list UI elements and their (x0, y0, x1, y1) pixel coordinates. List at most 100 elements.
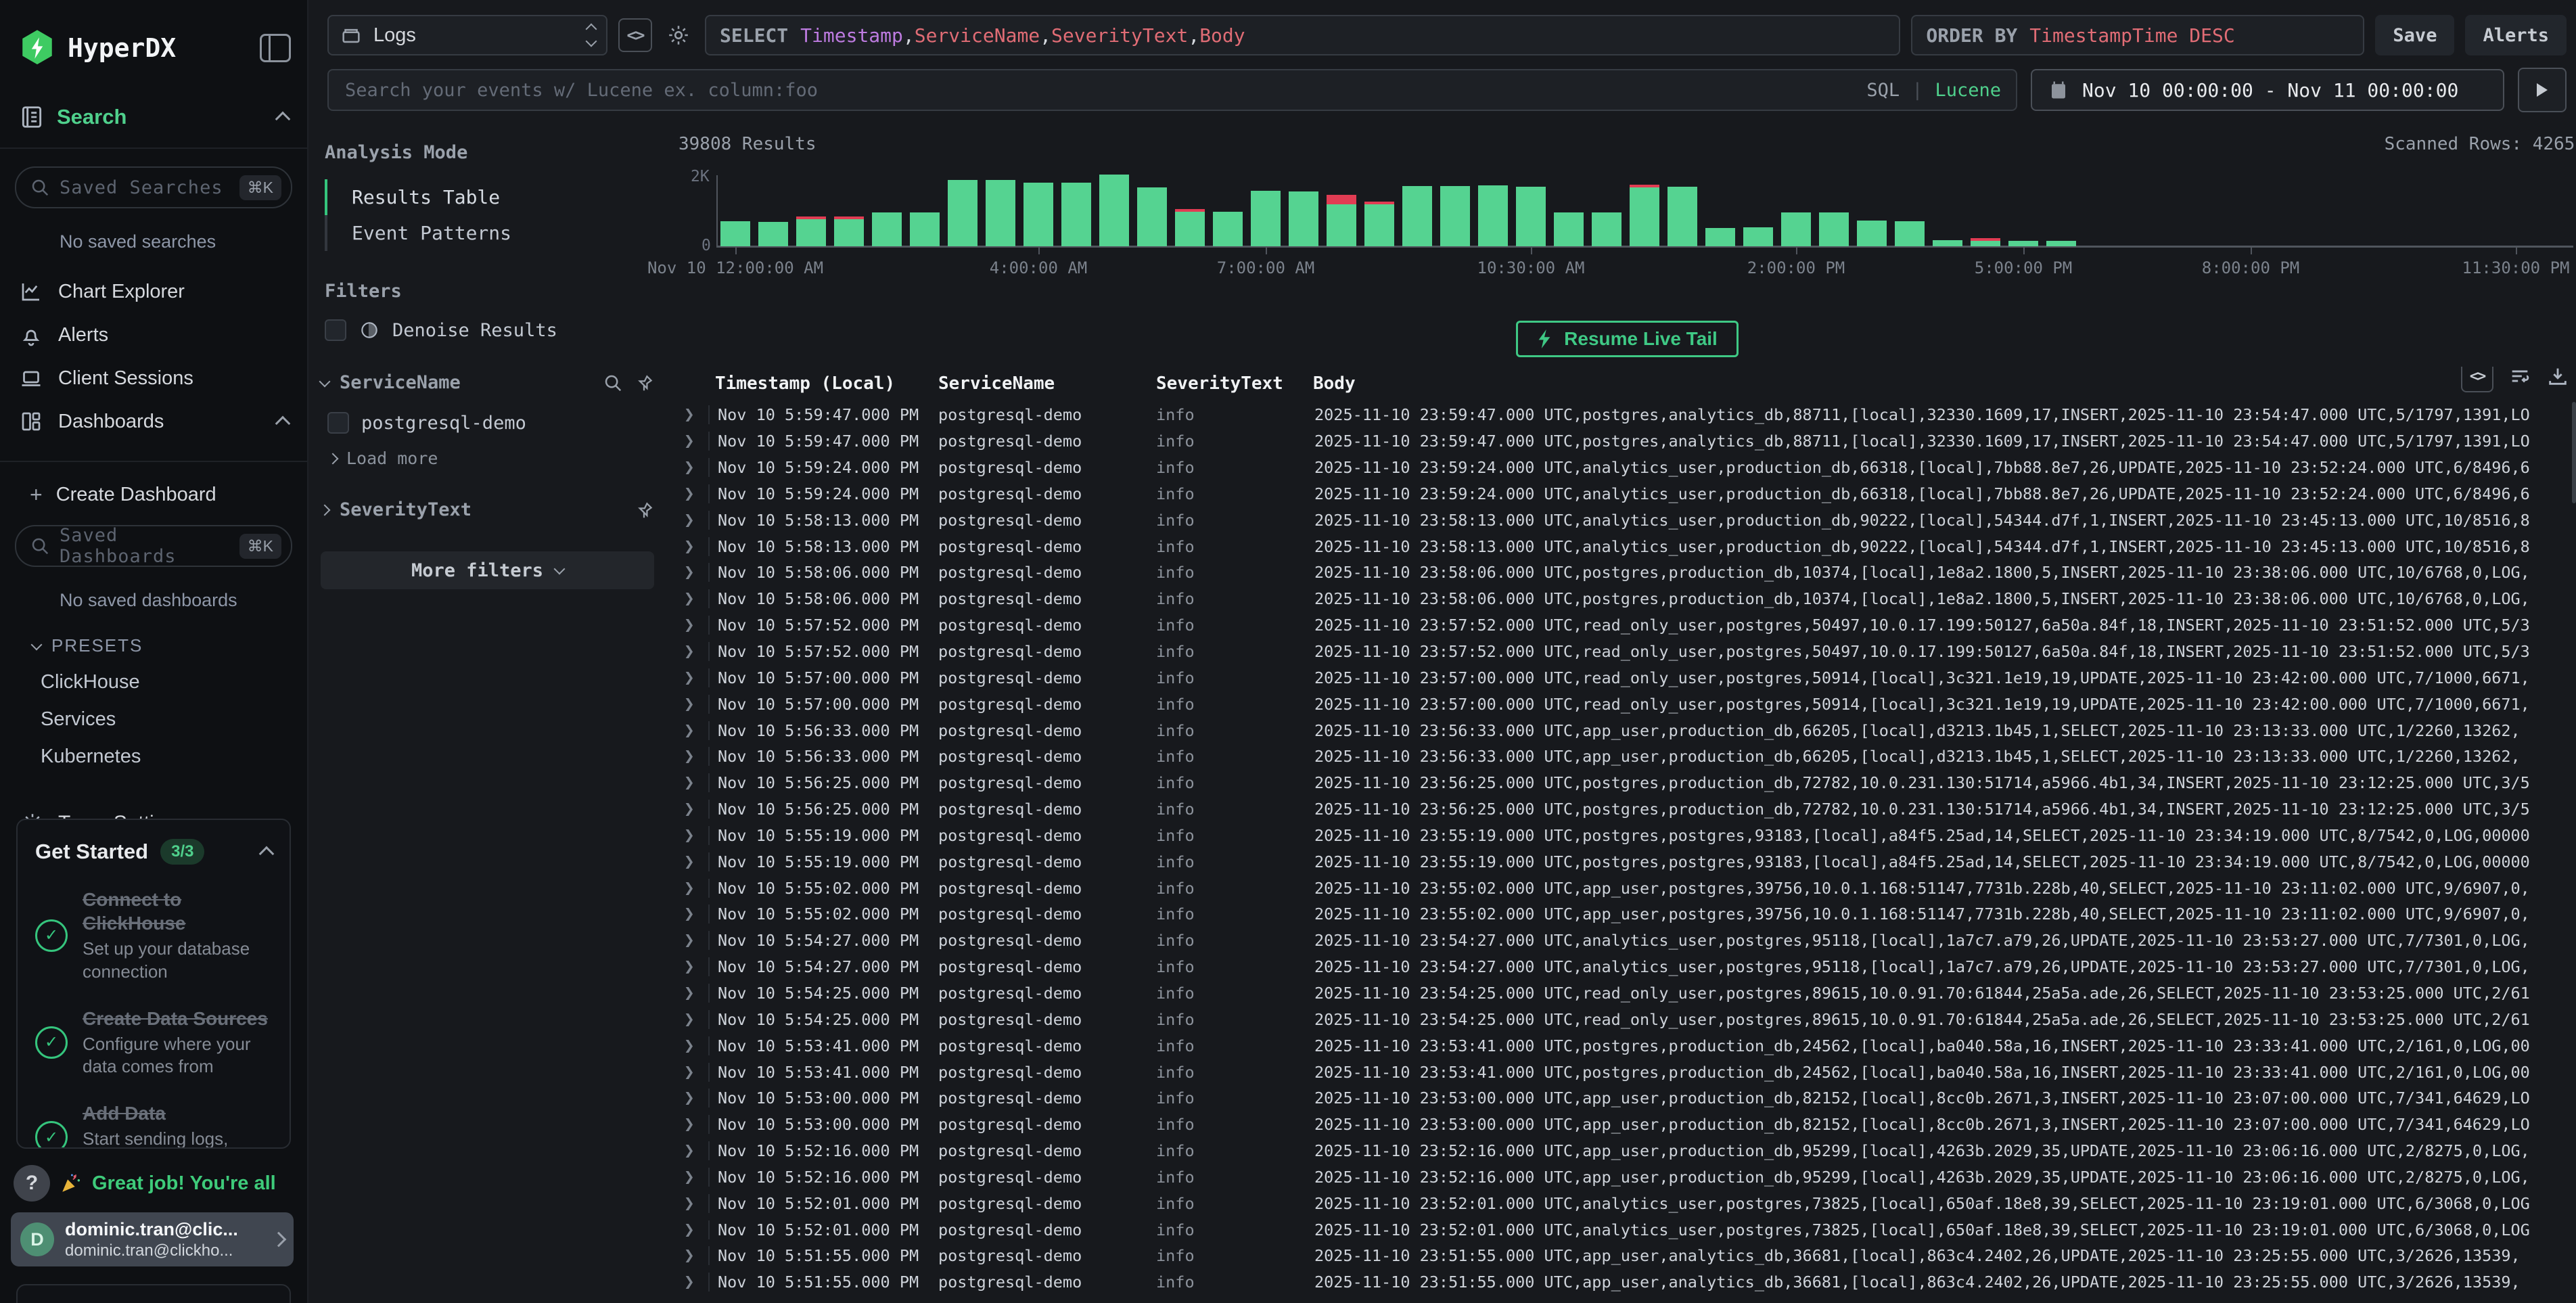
sidebar-item-search[interactable]: Search (0, 68, 307, 130)
date-range-picker[interactable]: Nov 10 00:00:00 - Nov 11 00:00:00 (2031, 69, 2504, 111)
histogram-bar[interactable] (2008, 241, 2038, 246)
column-config-button[interactable]: <> (2461, 367, 2493, 392)
histogram-bar[interactable] (948, 180, 978, 246)
source-select[interactable]: Logs (327, 15, 607, 55)
table-row[interactable]: ❯Nov 10 5:54:27.000 PMpostgresql-demoinf… (678, 928, 2576, 954)
row-expand-icon[interactable]: ❯ (678, 904, 708, 924)
column-header-severitytext[interactable]: SeverityText (1149, 373, 1306, 394)
row-expand-icon[interactable]: ❯ (678, 562, 708, 582)
row-expand-icon[interactable]: ❯ (678, 1220, 708, 1240)
histogram-bar[interactable] (1327, 195, 1356, 246)
row-expand-icon[interactable]: ❯ (678, 930, 708, 951)
row-expand-icon[interactable]: ❯ (678, 721, 708, 741)
row-expand-icon[interactable]: ❯ (678, 957, 708, 977)
table-row[interactable]: ❯Nov 10 5:56:25.000 PMpostgresql-demoinf… (678, 770, 2576, 796)
histogram-bar[interactable] (1061, 183, 1091, 246)
histogram-bar[interactable] (1137, 187, 1167, 246)
chevron-up-icon[interactable] (275, 416, 291, 432)
histogram-bar[interactable] (1743, 227, 1773, 246)
table-row[interactable]: ❯Nov 10 5:59:24.000 PMpostgresql-demoinf… (678, 481, 2576, 507)
histogram-bar[interactable] (1099, 175, 1129, 246)
histogram-bar[interactable] (1402, 186, 1432, 246)
live-tail-button[interactable] (2518, 68, 2567, 112)
table-row[interactable]: ❯Nov 10 5:57:52.000 PMpostgresql-demoinf… (678, 612, 2576, 639)
select-clause-input[interactable]: SELECT Timestamp,ServiceName,SeverityTex… (705, 15, 1900, 55)
row-expand-icon[interactable]: ❯ (678, 852, 708, 872)
table-row[interactable]: ❯Nov 10 5:58:13.000 PMpostgresql-demoinf… (678, 507, 2576, 533)
row-expand-icon[interactable]: ❯ (678, 510, 708, 530)
events-histogram[interactable]: 2K 0 Nov 10 12:00:00 AM4:00:00 AM7:00:00… (681, 172, 2576, 285)
save-button[interactable]: Save (2375, 15, 2454, 55)
saved-searches-input[interactable]: Saved Searches ⌘K (15, 166, 292, 208)
row-expand-icon[interactable]: ❯ (678, 1036, 708, 1056)
column-header-body[interactable]: Body (1306, 373, 2576, 394)
table-row[interactable]: ❯Nov 10 5:58:06.000 PMpostgresql-demoinf… (678, 586, 2576, 612)
row-expand-icon[interactable]: ❯ (678, 799, 708, 819)
histogram-bar[interactable] (1705, 228, 1735, 246)
table-row[interactable]: ❯Nov 10 5:54:25.000 PMpostgresql-demoinf… (678, 1006, 2576, 1032)
histogram-bar[interactable] (1554, 212, 1584, 246)
histogram-bar[interactable] (1175, 209, 1205, 246)
histogram-bar[interactable] (834, 216, 864, 246)
sidebar-item-chart-explorer[interactable]: Chart Explorer (0, 270, 307, 313)
histogram-bar[interactable] (1895, 221, 1925, 246)
checkbox[interactable] (327, 412, 349, 434)
table-row[interactable]: ❯Nov 10 5:52:01.000 PMpostgresql-demoinf… (678, 1190, 2576, 1216)
download-icon[interactable] (2546, 367, 2569, 388)
table-row[interactable]: ❯Nov 10 5:53:41.000 PMpostgresql-demoinf… (678, 1032, 2576, 1059)
mode-results-table[interactable]: Results Table (327, 179, 654, 215)
load-more-button[interactable]: Load more (329, 449, 654, 468)
histogram-bar[interactable] (1251, 191, 1281, 246)
table-row[interactable]: ❯Nov 10 5:58:13.000 PMpostgresql-demoinf… (678, 533, 2576, 559)
sidebar-item-client-sessions[interactable]: Client Sessions (0, 357, 307, 400)
language-lucene-toggle[interactable]: Lucene (1935, 80, 2001, 101)
filter-option-postgresql-demo[interactable]: postgresql-demo (327, 412, 654, 434)
row-expand-icon[interactable]: ❯ (678, 1141, 708, 1161)
histogram-bar[interactable] (1516, 187, 1546, 246)
order-by-input[interactable]: ORDER BY TimestampTime DESC (1911, 15, 2364, 55)
table-row[interactable]: ❯Nov 10 5:57:00.000 PMpostgresql-demoinf… (678, 691, 2576, 717)
histogram-bar[interactable] (2046, 241, 2076, 246)
row-expand-icon[interactable]: ❯ (678, 1088, 708, 1108)
row-expand-icon[interactable]: ❯ (678, 1245, 708, 1266)
table-row[interactable]: ❯Nov 10 5:51:55.000 PMpostgresql-demoinf… (678, 1243, 2576, 1269)
wrap-lines-icon[interactable] (2508, 367, 2531, 388)
histogram-bar[interactable] (1857, 221, 1887, 246)
histogram-bar[interactable] (1781, 212, 1811, 246)
table-row[interactable]: ❯Nov 10 5:56:25.000 PMpostgresql-demoinf… (678, 796, 2576, 823)
pin-icon[interactable] (634, 373, 654, 393)
histogram-bar[interactable] (1933, 240, 1962, 246)
preset-kubernetes[interactable]: Kubernetes (0, 731, 307, 768)
sidebar-collapse-icon[interactable] (260, 34, 291, 62)
row-expand-icon[interactable]: ❯ (678, 431, 708, 451)
get-started-item[interactable]: ✓ Add Data Start sending logs, metrics, … (35, 1101, 272, 1149)
row-expand-icon[interactable]: ❯ (678, 589, 708, 609)
table-row[interactable]: ❯Nov 10 5:59:24.000 PMpostgresql-demoinf… (678, 455, 2576, 481)
create-dashboard-button[interactable]: + Create Dashboard (0, 462, 307, 507)
table-row[interactable]: ❯Nov 10 5:53:41.000 PMpostgresql-demoinf… (678, 1059, 2576, 1085)
checkbox[interactable] (325, 319, 346, 341)
row-expand-icon[interactable]: ❯ (678, 615, 708, 635)
table-row[interactable]: ❯Nov 10 5:55:19.000 PMpostgresql-demoinf… (678, 823, 2576, 849)
histogram-bar[interactable] (1819, 212, 1849, 246)
search-icon[interactable] (603, 373, 623, 393)
table-row[interactable]: ❯Nov 10 5:59:47.000 PMpostgresql-demoinf… (678, 428, 2576, 455)
histogram-bar[interactable] (1668, 187, 1697, 246)
table-row[interactable]: ❯Nov 10 5:54:27.000 PMpostgresql-demoinf… (678, 954, 2576, 980)
histogram-bar[interactable] (1630, 185, 1659, 246)
event-search-box[interactable]: SQL | Lucene (327, 69, 2017, 111)
help-button[interactable]: ? (14, 1165, 50, 1202)
sidebar-item-dashboards[interactable]: Dashboards (0, 400, 307, 443)
histogram-bar[interactable] (1478, 185, 1508, 246)
preset-services[interactable]: Services (0, 693, 307, 731)
mode-event-patterns[interactable]: Event Patterns (327, 215, 654, 251)
histogram-bar[interactable] (1024, 183, 1053, 246)
table-row[interactable]: ❯Nov 10 5:56:33.000 PMpostgresql-demoinf… (678, 744, 2576, 770)
table-row[interactable]: ❯Nov 10 5:52:16.000 PMpostgresql-demoinf… (678, 1138, 2576, 1164)
table-row[interactable]: ❯Nov 10 5:57:00.000 PMpostgresql-demoinf… (678, 664, 2576, 691)
row-expand-icon[interactable]: ❯ (678, 878, 708, 898)
histogram-bar[interactable] (910, 212, 940, 246)
row-expand-icon[interactable]: ❯ (678, 694, 708, 714)
pin-icon[interactable] (634, 500, 654, 520)
filter-group-servicename[interactable]: ServiceName (321, 372, 654, 393)
